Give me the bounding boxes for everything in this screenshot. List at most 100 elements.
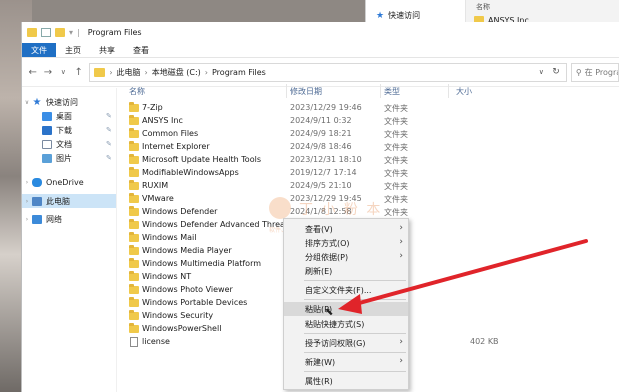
chevron-down-icon[interactable]: ▾ — [69, 28, 73, 37]
file-row[interactable]: Microsoft Update Health Tools 2023/12/31 … — [122, 154, 522, 167]
ribbon-tabs: 文件 主页 共享 查看 — [22, 43, 619, 58]
pin-icon[interactable]: ✎ — [106, 112, 112, 120]
pin-icon[interactable]: ✎ — [106, 126, 112, 134]
refresh-icon[interactable]: ↻ — [552, 67, 560, 77]
menu-item-paste-shortcut[interactable]: 粘贴快捷方式(S) — [284, 317, 408, 331]
arrow-up-icon: ↑ — [74, 66, 83, 78]
column-header-date[interactable]: 修改日期 — [290, 86, 322, 97]
up-button[interactable]: ↑ — [71, 64, 86, 80]
folder-icon — [129, 219, 139, 229]
sidebar-item-network[interactable]: › 网络 — [22, 212, 62, 226]
column-header-type[interactable]: 类型 — [384, 86, 400, 97]
file-date: 2024/1/8 12:58 — [290, 207, 352, 216]
file-name: license — [142, 337, 170, 346]
file-row[interactable]: ModifiableWindowsApps 2019/12/7 17:14 文件夹 — [122, 167, 522, 180]
sidebar-item-documents[interactable]: 文档 — [22, 137, 72, 151]
file-row[interactable]: VMware 2023/12/29 19:45 文件夹 — [122, 193, 522, 206]
chevron-right-icon[interactable]: › — [22, 216, 32, 223]
breadcrumb-this-pc[interactable]: 此电脑 — [117, 67, 141, 78]
file-name: Windows NT — [142, 272, 192, 281]
file-date: 2024/9/5 21:10 — [290, 181, 352, 190]
menu-item-customize-folder[interactable]: 自定义文件夹(F)... — [284, 283, 408, 297]
folder-icon — [129, 141, 139, 151]
chevron-right-icon: › — [204, 67, 208, 77]
search-input[interactable]: ⚲ 在 Program Files 中搜索 — [570, 62, 619, 82]
menu-item-sort-by[interactable]: 排序方式(O) › — [284, 236, 408, 250]
file-name: Windows Multimedia Platform — [142, 259, 262, 268]
file-name: Windows Security — [142, 311, 214, 320]
background-quick-access[interactable]: ★ 快速访问 — [376, 10, 420, 21]
file-row[interactable]: Internet Explorer 2024/9/8 18:46 文件夹 — [122, 141, 522, 154]
chevron-right-icon[interactable]: › — [22, 198, 32, 205]
chevron-down-icon[interactable]: ∨ — [22, 99, 32, 106]
chevron-right-icon: › — [399, 223, 403, 233]
breadcrumb-local-disk[interactable]: 本地磁盘 (C:) — [152, 67, 201, 78]
menu-item-new[interactable]: 新建(W) › — [284, 355, 408, 369]
file-date: 2024/9/8 18:46 — [290, 142, 352, 151]
file-row[interactable]: RUXIM 2024/9/5 21:10 文件夹 — [122, 180, 522, 193]
sidebar-item-pictures[interactable]: 图片 — [22, 151, 72, 165]
column-header-name[interactable]: 名称 — [129, 86, 145, 97]
file-row[interactable]: Common Files 2024/9/9 18:21 文件夹 — [122, 128, 522, 141]
sidebar-item-desktop[interactable]: 桌面 — [22, 109, 72, 123]
menu-item-refresh[interactable]: 刷新(E) — [284, 264, 408, 278]
title-bar: ▾ | Program Files — [22, 22, 619, 43]
sidebar-item-onedrive[interactable]: › OneDrive — [22, 175, 84, 189]
onedrive-icon — [32, 177, 42, 187]
file-name: 7-Zip — [142, 103, 163, 112]
folder-icon — [129, 323, 139, 333]
file-row[interactable]: ANSYS Inc 2024/9/11 0:32 文件夹 — [122, 115, 522, 128]
menu-item-label: 分组依据(P) — [305, 253, 349, 262]
menu-item-view[interactable]: 查看(V) › — [284, 222, 408, 236]
recent-locations-button[interactable]: ∨ — [56, 64, 71, 80]
chevron-right-icon: › — [399, 251, 403, 261]
tab-home[interactable]: 主页 — [56, 43, 90, 57]
menu-item-group-by[interactable]: 分组依据(P) › — [284, 250, 408, 264]
back-button[interactable]: ← — [25, 64, 40, 80]
sidebar-item-quick-access[interactable]: ∨ ★ 快速访问 — [22, 95, 78, 109]
address-bar[interactable]: › 此电脑 › 本地磁盘 (C:) › Program Files ∨ ↻ — [89, 62, 567, 82]
menu-separator — [304, 352, 406, 353]
tab-file[interactable]: 文件 — [22, 43, 56, 57]
menu-separator — [304, 333, 406, 334]
sidebar-item-downloads[interactable]: 下载 — [22, 123, 72, 137]
new-folder-icon[interactable] — [55, 28, 65, 37]
context-menu: 查看(V) › 排序方式(O) › 分组依据(P) › 刷新(E) 自定义文件夹… — [283, 218, 409, 390]
desktop-icon — [42, 111, 52, 121]
arrow-right-icon: → — [43, 66, 53, 78]
forward-button[interactable]: → — [40, 64, 55, 80]
sidebar-item-label: 此电脑 — [46, 196, 70, 206]
menu-item-give-access[interactable]: 授予访问权限(G) › — [284, 336, 408, 350]
file-row[interactable]: 7-Zip 2023/12/29 19:46 文件夹 — [122, 102, 522, 115]
menu-item-properties[interactable]: 属性(R) — [284, 374, 408, 388]
tab-share[interactable]: 共享 — [90, 43, 124, 57]
menu-item-paste[interactable]: 粘贴(P) — [284, 302, 408, 316]
file-size: 402 KB — [470, 337, 499, 346]
folder-icon — [129, 206, 139, 216]
star-icon: ★ — [376, 10, 385, 21]
star-icon: ★ — [32, 96, 42, 108]
pin-icon[interactable]: ✎ — [106, 154, 112, 162]
chevron-right-icon: › — [109, 67, 113, 77]
file-name: Internet Explorer — [142, 142, 210, 151]
chevron-right-icon[interactable]: › — [22, 179, 32, 186]
folder-icon — [94, 67, 106, 77]
column-header-size[interactable]: 大小 — [456, 86, 472, 97]
pin-icon[interactable]: ✎ — [106, 140, 112, 148]
title-separator: | — [77, 28, 80, 37]
sidebar-item-this-pc[interactable]: › 此电脑 — [22, 194, 116, 208]
folder-icon — [129, 297, 139, 307]
file-name: Windows Defender Advanced Threat ... — [142, 220, 299, 229]
menu-item-label: 授予访问权限(G) — [305, 339, 366, 348]
tab-view[interactable]: 查看 — [124, 43, 158, 57]
file-date: 2024/9/11 0:32 — [290, 116, 352, 125]
breadcrumb-program-files[interactable]: Program Files — [212, 68, 266, 77]
file-date: 2024/9/9 18:21 — [290, 129, 352, 138]
file-name: ModifiableWindowsApps — [142, 168, 239, 177]
file-name: WindowsPowerShell — [142, 324, 222, 333]
download-icon — [42, 125, 52, 135]
properties-icon[interactable] — [41, 28, 51, 37]
file-type: 文件夹 — [384, 117, 408, 126]
folder-icon — [129, 154, 139, 164]
chevron-down-icon[interactable]: ∨ — [539, 68, 544, 76]
